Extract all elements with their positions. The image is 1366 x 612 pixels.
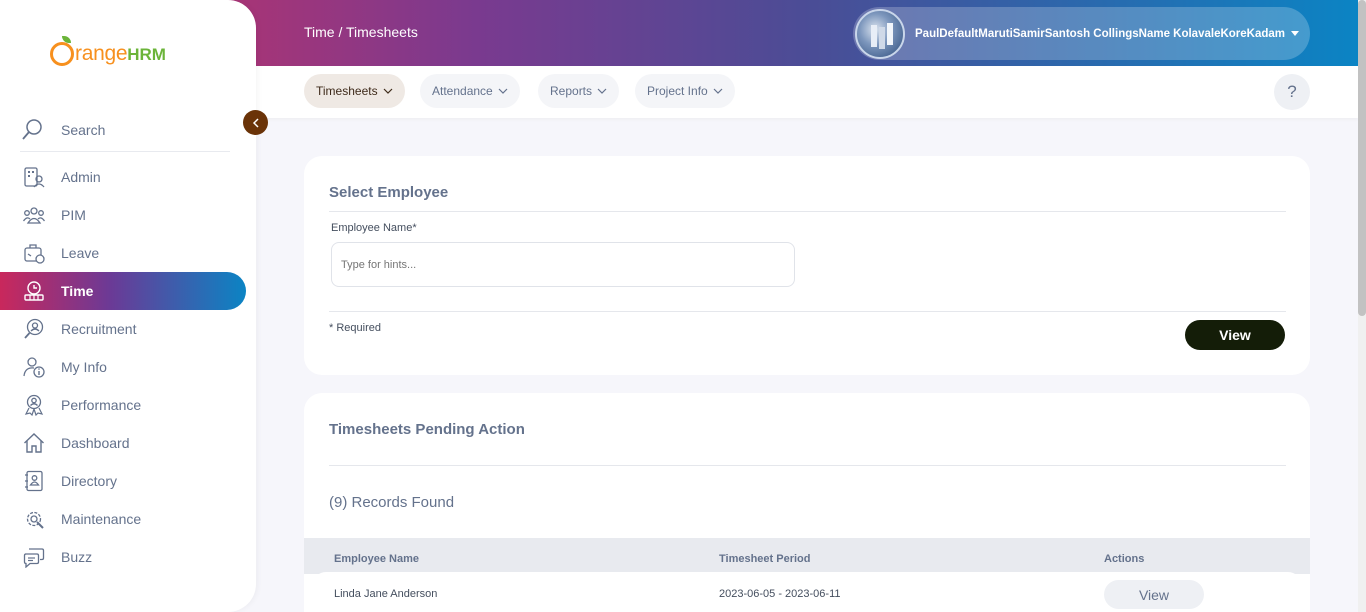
sidebar-item-label: Dashboard <box>61 435 130 451</box>
top-nav: Timesheets Attendance Reports Project In… <box>256 66 1358 118</box>
breadcrumb: Time / Timesheets <box>304 24 418 40</box>
my-info-icon <box>22 355 46 379</box>
sidebar-item-my-info[interactable]: My Info <box>0 348 256 386</box>
sidebar-item-label: Directory <box>61 473 118 489</box>
divider <box>329 211 1286 212</box>
recruitment-icon <box>22 317 46 341</box>
sidebar-item-label: Leave <box>61 245 100 261</box>
chevron-down-icon <box>713 88 723 94</box>
scrollbar-thumb[interactable] <box>1358 0 1366 316</box>
help-icon: ? <box>1287 82 1297 101</box>
chevron-down-icon <box>498 88 508 94</box>
chevron-down-icon <box>383 88 393 94</box>
card-title: Select Employee <box>329 184 449 201</box>
sidebar-item-label: My Info <box>61 359 107 375</box>
sidebar-item-label: Time <box>61 283 94 299</box>
sidebar-item-buzz[interactable]: Buzz <box>0 538 256 576</box>
pending-timesheets-card: Timesheets Pending Action (9) Records Fo… <box>304 393 1310 612</box>
tab-label: Project Info <box>647 84 708 98</box>
sidebar-item-time[interactable]: Time <box>0 272 246 310</box>
logo-o-icon <box>50 36 74 66</box>
sidebar-item-label: Performance <box>61 397 142 413</box>
sidebar-item-label: PIM <box>61 207 86 223</box>
table-header: Employee Name Timesheet Period Actions <box>304 538 1310 574</box>
tab-timesheets[interactable]: Timesheets <box>304 74 405 108</box>
maintenance-icon <box>22 507 46 531</box>
sidebar-item-dashboard[interactable]: Dashboard <box>0 424 256 462</box>
column-header-actions: Actions <box>1104 553 1145 565</box>
row-view-button[interactable]: View <box>1104 580 1204 609</box>
tab-label: Timesheets <box>316 84 378 98</box>
main-menu: Admin PIM Leave Time Recruitment My Info… <box>0 158 256 576</box>
sidebar-item-label: Maintenance <box>61 511 142 527</box>
chevron-left-icon <box>252 117 259 128</box>
tab-label: Attendance <box>432 84 493 98</box>
sidebar-item-leave[interactable]: Leave <box>0 234 256 272</box>
sidebar-item-pim[interactable]: PIM <box>0 196 256 234</box>
records-count: (9) Records Found <box>329 494 455 511</box>
time-icon <box>22 279 46 303</box>
sidebar-item-admin[interactable]: Admin <box>0 158 256 196</box>
caret-down-icon <box>1291 30 1300 36</box>
user-name: PaulDefaultMarutiSamirSantosh CollingsNa… <box>915 27 1286 40</box>
table-row[interactable]: Linda Jane Anderson 2023-06-05 - 2023-06… <box>312 572 1302 612</box>
tab-reports[interactable]: Reports <box>538 74 620 108</box>
directory-icon <box>22 469 46 493</box>
column-header-period[interactable]: Timesheet Period <box>719 553 811 565</box>
sidebar-collapse-button[interactable] <box>243 110 268 135</box>
search-icon <box>22 118 42 140</box>
tab-attendance[interactable]: Attendance <box>420 74 520 108</box>
cell-employee: Linda Jane Anderson <box>334 588 438 600</box>
help-button[interactable]: ? <box>1274 74 1310 110</box>
sidebar-item-label: Admin <box>61 169 101 185</box>
orangehrm-logo[interactable]: range HRM <box>50 30 166 66</box>
required-note: * Required <box>329 322 381 334</box>
avatar <box>855 8 905 59</box>
sidebar: range HRM Search Admin PIM Leave Time Re… <box>0 0 256 612</box>
sidebar-item-label: Recruitment <box>61 321 137 337</box>
performance-icon <box>22 393 46 417</box>
logo-accent: HRM <box>127 45 166 64</box>
cell-period: 2023-06-05 - 2023-06-11 <box>719 588 841 600</box>
card-title: Timesheets Pending Action <box>329 421 525 438</box>
column-header-employee[interactable]: Employee Name <box>334 553 419 565</box>
tab-label: Reports <box>550 84 593 98</box>
chevron-down-icon <box>597 88 607 94</box>
sidebar-item-label: Buzz <box>61 549 93 565</box>
tab-project-info[interactable]: Project Info <box>635 74 735 108</box>
sidebar-item-maintenance[interactable]: Maintenance <box>0 500 256 538</box>
buzz-icon <box>22 545 46 569</box>
divider <box>329 465 1286 466</box>
sidebar-item-directory[interactable]: Directory <box>0 462 256 500</box>
logo-text: range <box>75 42 128 65</box>
select-employee-card: Select Employee Employee Name* * Require… <box>304 156 1310 375</box>
sidebar-search[interactable]: Search <box>20 108 230 152</box>
divider <box>329 311 1286 312</box>
admin-icon <box>22 165 46 189</box>
view-button[interactable]: View <box>1185 320 1285 350</box>
dashboard-icon <box>22 431 46 455</box>
sidebar-item-recruitment[interactable]: Recruitment <box>0 310 256 348</box>
employee-name-input[interactable] <box>331 242 795 287</box>
employee-name-label: Employee Name* <box>331 222 417 234</box>
pim-icon <box>22 203 46 227</box>
sidebar-item-performance[interactable]: Performance <box>0 386 256 424</box>
user-dropdown[interactable]: PaulDefaultMarutiSamirSantosh CollingsNa… <box>853 7 1310 60</box>
search-label: Search <box>61 121 106 138</box>
leave-icon <box>22 241 46 265</box>
